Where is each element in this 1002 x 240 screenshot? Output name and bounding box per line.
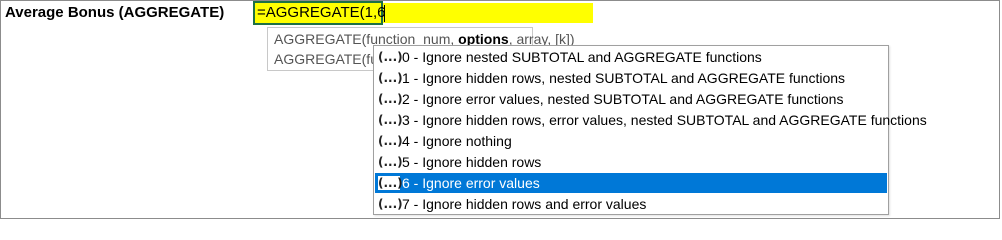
option-label: 4 - Ignore nothing [402,133,512,149]
enum-value-icon: (...) [378,92,403,106]
enum-value-icon: (...) [378,155,403,169]
option-label: 3 - Ignore hidden rows, error values, ne… [402,112,927,128]
autocomplete-dropdown[interactable]: (...) 0 - Ignore nested SUBTOTAL and AGG… [373,45,927,215]
option-label: 5 - Ignore hidden rows [402,154,542,170]
text-caret [384,5,385,22]
option-label: 7 - Ignore hidden rows and error values [402,196,647,212]
enum-value-icon: (...) [378,50,403,64]
tooltip-signature-2[interactable]: AGGREGATE(fu [274,50,378,68]
option-item-6-selected[interactable]: (...) 6 - Ignore error values [375,173,887,193]
enum-value-icon: (...) [378,71,403,85]
formula-input[interactable]: =AGGREGATE(1,6 [257,3,386,23]
option-item-3[interactable]: (...) 3 - Ignore hidden rows, error valu… [375,110,927,130]
option-item-1[interactable]: (...) 1 - Ignore hidden rows, nested SUB… [375,68,887,88]
option-item-0[interactable]: (...) 0 - Ignore nested SUBTOTAL and AGG… [375,47,887,67]
worksheet-frame: Average Bonus (AGGREGATE) =AGGREGATE(1,6… [0,0,1000,219]
row-label-cell: Average Bonus (AGGREGATE) [5,4,225,21]
option-label: 6 - Ignore error values [402,175,540,191]
option-item-7[interactable]: (...) 7 - Ignore hidden rows and error v… [375,194,887,214]
option-label: 0 - Ignore nested SUBTOTAL and AGGREGATE… [402,49,762,65]
option-label: 1 - Ignore hidden rows, nested SUBTOTAL … [402,70,846,86]
option-item-4[interactable]: (...) 4 - Ignore nothing [375,131,887,151]
option-item-2[interactable]: (...) 2 - Ignore error values, nested SU… [375,89,887,109]
enum-value-icon: (...) [378,113,403,127]
option-label: 2 - Ignore error values, nested SUBTOTAL… [402,91,844,107]
enum-value-icon: (...) [378,176,403,190]
enum-value-icon: (...) [378,134,403,148]
option-item-5[interactable]: (...) 5 - Ignore hidden rows [375,152,887,172]
enum-value-icon: (...) [378,197,403,211]
